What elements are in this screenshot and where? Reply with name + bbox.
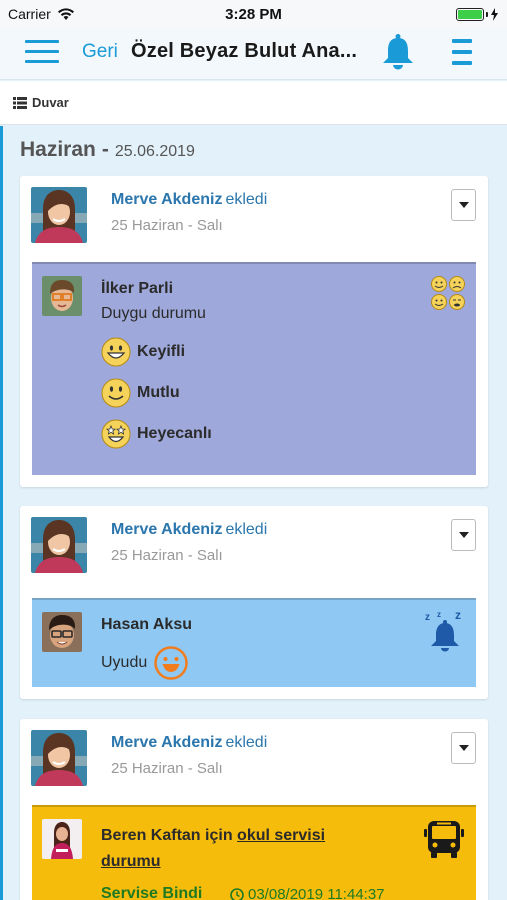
post-card: Merve Akdeniz ekledi 25 Haziran - Salı İl…: [20, 176, 488, 487]
mood-item: Keyifli: [101, 337, 185, 367]
child-avatar[interactable]: [42, 819, 82, 859]
child-name: İlker Parli: [101, 280, 174, 297]
mood-panel: İlker Parli Duygu durumu Keyifli Mutlu H…: [32, 262, 476, 475]
grinning-face-icon: [101, 337, 131, 367]
sleep-status-label: Uyudu: [101, 654, 148, 671]
mood-subtitle: Duygu durumu: [101, 305, 206, 322]
tab-strip: Duvar: [0, 81, 507, 125]
bus-icon: [424, 821, 464, 858]
service-child-line: Beren Kaftan için: [101, 827, 233, 844]
author-link[interactable]: Merve Akdeniz: [111, 734, 222, 751]
charging-bolt-icon: [491, 7, 498, 21]
post-author: Merve Akdeniz ekledi: [111, 734, 267, 752]
page-title: Özel Beyaz Bulut Ana...: [131, 40, 358, 62]
bell-icon[interactable]: [381, 33, 415, 71]
back-button[interactable]: Geri: [82, 41, 118, 63]
child-avatar[interactable]: [42, 612, 82, 652]
svg-text:z: z: [455, 610, 461, 622]
child-avatar[interactable]: [42, 276, 82, 316]
svg-text:z: z: [437, 610, 441, 619]
clock-icon: [230, 887, 244, 900]
service-title: Beren Kaftan için okul servisi durumu: [101, 823, 361, 875]
hamburger-menu-icon[interactable]: [25, 38, 59, 66]
nav-bar: Geri Özel Beyaz Bulut Ana...: [0, 28, 507, 80]
service-timestamp: 03/08/2019 11:44:37: [230, 886, 385, 900]
month-label: Haziran: [20, 138, 96, 161]
post-options-dropdown[interactable]: [451, 732, 476, 764]
date-separator: -: [101, 138, 109, 161]
sleep-status: Uyudu: [101, 645, 189, 681]
emotions-icon: [431, 276, 465, 310]
sleep-panel: Hasan Aksu Uyudu z z z: [32, 598, 476, 687]
post-card: Merve Akdeniz ekledi 25 Haziran - Salı Ha…: [20, 506, 488, 699]
wifi-icon: [57, 7, 74, 20]
tab-duvar-label: Duvar: [32, 95, 69, 110]
post-date: 25 Haziran - Salı: [111, 547, 223, 564]
avatar[interactable]: [31, 187, 87, 243]
service-panel: Beren Kaftan için okul servisi durumu Se…: [32, 805, 476, 900]
status-bar: Carrier 3:28 PM: [0, 0, 507, 28]
date-label: 25.06.2019: [114, 143, 195, 160]
list-menu-icon[interactable]: [452, 39, 472, 67]
mood-label: Mutlu: [137, 384, 180, 401]
carrier-label: Carrier: [8, 6, 51, 22]
avatar[interactable]: [31, 517, 87, 573]
author-link[interactable]: Merve Akdeniz: [111, 521, 222, 538]
service-timestamp-text: 03/08/2019 11:44:37: [248, 886, 385, 900]
mood-item: Mutlu: [101, 378, 180, 408]
service-status-link[interactable]: okul servisi: [237, 827, 325, 844]
mood-label: Keyifli: [137, 343, 186, 360]
post-author: Merve Akdeniz ekledi: [111, 521, 267, 539]
service-status-label: Servise Bindi: [101, 885, 203, 900]
battery-icon: [456, 7, 499, 21]
list-icon: [13, 96, 27, 109]
svg-text:z: z: [425, 612, 430, 623]
smiling-face-icon: [101, 378, 131, 408]
post-card: Merve Akdeniz ekledi 25 Haziran - Salı Be…: [20, 719, 488, 900]
post-author: Merve Akdeniz ekledi: [111, 191, 267, 209]
mood-item: Heyecanlı: [101, 419, 212, 449]
author-verb: ekledi: [225, 734, 268, 751]
author-verb: ekledi: [225, 521, 268, 538]
avatar[interactable]: [31, 730, 87, 786]
service-status-link-2[interactable]: durumu: [101, 853, 161, 870]
post-options-dropdown[interactable]: [451, 189, 476, 221]
clock: 3:28 PM: [225, 5, 282, 23]
post-date: 25 Haziran - Salı: [111, 217, 223, 234]
mood-label: Heyecanlı: [137, 425, 212, 442]
post-date: 25 Haziran - Salı: [111, 760, 223, 777]
child-name: Hasan Aksu: [101, 616, 192, 633]
author-verb: ekledi: [225, 191, 268, 208]
timeline-rail: [0, 126, 3, 900]
smiley-outline-icon: [154, 646, 188, 680]
sleeping-bell-icon: z z z: [425, 610, 461, 652]
date-header: Haziran - 25.06.2019: [20, 138, 195, 162]
tab-duvar[interactable]: Duvar: [13, 95, 69, 110]
author-link[interactable]: Merve Akdeniz: [111, 191, 222, 208]
star-eyes-face-icon: [101, 419, 131, 449]
post-options-dropdown[interactable]: [451, 519, 476, 551]
